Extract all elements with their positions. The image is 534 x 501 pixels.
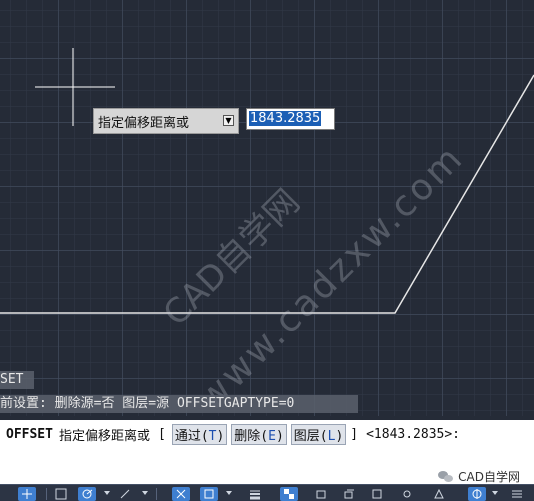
dynamic-ucs-icon[interactable]	[340, 487, 358, 501]
customize-icon[interactable]	[508, 487, 526, 501]
model-space-icon[interactable]	[18, 487, 36, 501]
gizmo-icon[interactable]	[430, 487, 448, 501]
option-through-label: 通过(	[174, 428, 209, 444]
transparency-icon[interactable]	[280, 487, 298, 501]
snap-dropdown-icon[interactable]	[142, 491, 148, 495]
dynamic-input-field[interactable]: 1843.2835	[246, 108, 335, 130]
option-erase-key: E	[268, 428, 276, 444]
object-snap-icon[interactable]	[172, 487, 190, 501]
annotation-visibility-icon[interactable]	[398, 487, 416, 501]
command-line[interactable]: OFFSET 指定偏移距离或 [ 通过(T) 删除(E) 图层(L) ] <18…	[0, 420, 534, 448]
option-erase-close: )	[275, 428, 284, 444]
selection-filter-icon[interactable]	[368, 487, 386, 501]
workspace-icon[interactable]	[468, 487, 486, 501]
options-close-bracket: ]	[350, 426, 359, 442]
option-layer-close: )	[335, 428, 344, 444]
drawing-canvas[interactable]: CAD自学网 www.cadzxw.com 指定偏移距离或 ▼ 1843.283…	[0, 0, 534, 419]
command-name: OFFSET	[6, 426, 53, 442]
option-erase-label: 删除(	[234, 428, 269, 444]
grid-icon[interactable]	[52, 487, 70, 501]
option-through[interactable]: 通过(T)	[171, 423, 228, 445]
footer-area: CAD自学网	[0, 448, 534, 484]
workspace-dropdown-icon[interactable]	[492, 491, 498, 495]
status-bar	[0, 484, 534, 501]
lineweight-icon[interactable]	[246, 487, 264, 501]
command-prompt: 指定偏移距离或	[58, 428, 150, 444]
dynamic-input-prompt: 指定偏移距离或 ▼	[93, 108, 239, 134]
option-layer[interactable]: 图层(L)	[290, 423, 347, 445]
option-through-close: )	[216, 428, 225, 444]
osnap-dropdown-icon[interactable]	[226, 491, 232, 495]
brand-label: CAD自学网	[438, 468, 520, 485]
polar-dropdown-icon[interactable]	[104, 491, 110, 495]
options-open-bracket: [	[157, 426, 166, 442]
dynamic-input-value[interactable]: 1843.2835	[249, 111, 322, 126]
status-separator	[156, 488, 157, 500]
dynamic-prompt-text: 指定偏移距离或	[98, 115, 190, 131]
wechat-icon	[438, 470, 454, 483]
options-down-arrow-icon[interactable]: ▼	[223, 115, 234, 126]
selection-cycling-icon[interactable]	[200, 487, 218, 501]
3d-osnap-icon[interactable]	[312, 487, 330, 501]
command-history-line-1: SET	[0, 371, 34, 389]
command-default-value: <1843.2835>:	[366, 426, 461, 442]
brand-text: CAD自学网	[458, 470, 520, 484]
command-history-line-2: 前设置: 删除源=否 图层=源 OFFSETGAPTYPE=0	[0, 395, 358, 413]
status-separator	[46, 488, 47, 500]
option-layer-label: 图层(	[293, 428, 328, 444]
polar-icon[interactable]	[78, 487, 96, 501]
object-snap-tracking-icon[interactable]	[116, 487, 134, 501]
option-erase[interactable]: 删除(E)	[231, 423, 287, 445]
